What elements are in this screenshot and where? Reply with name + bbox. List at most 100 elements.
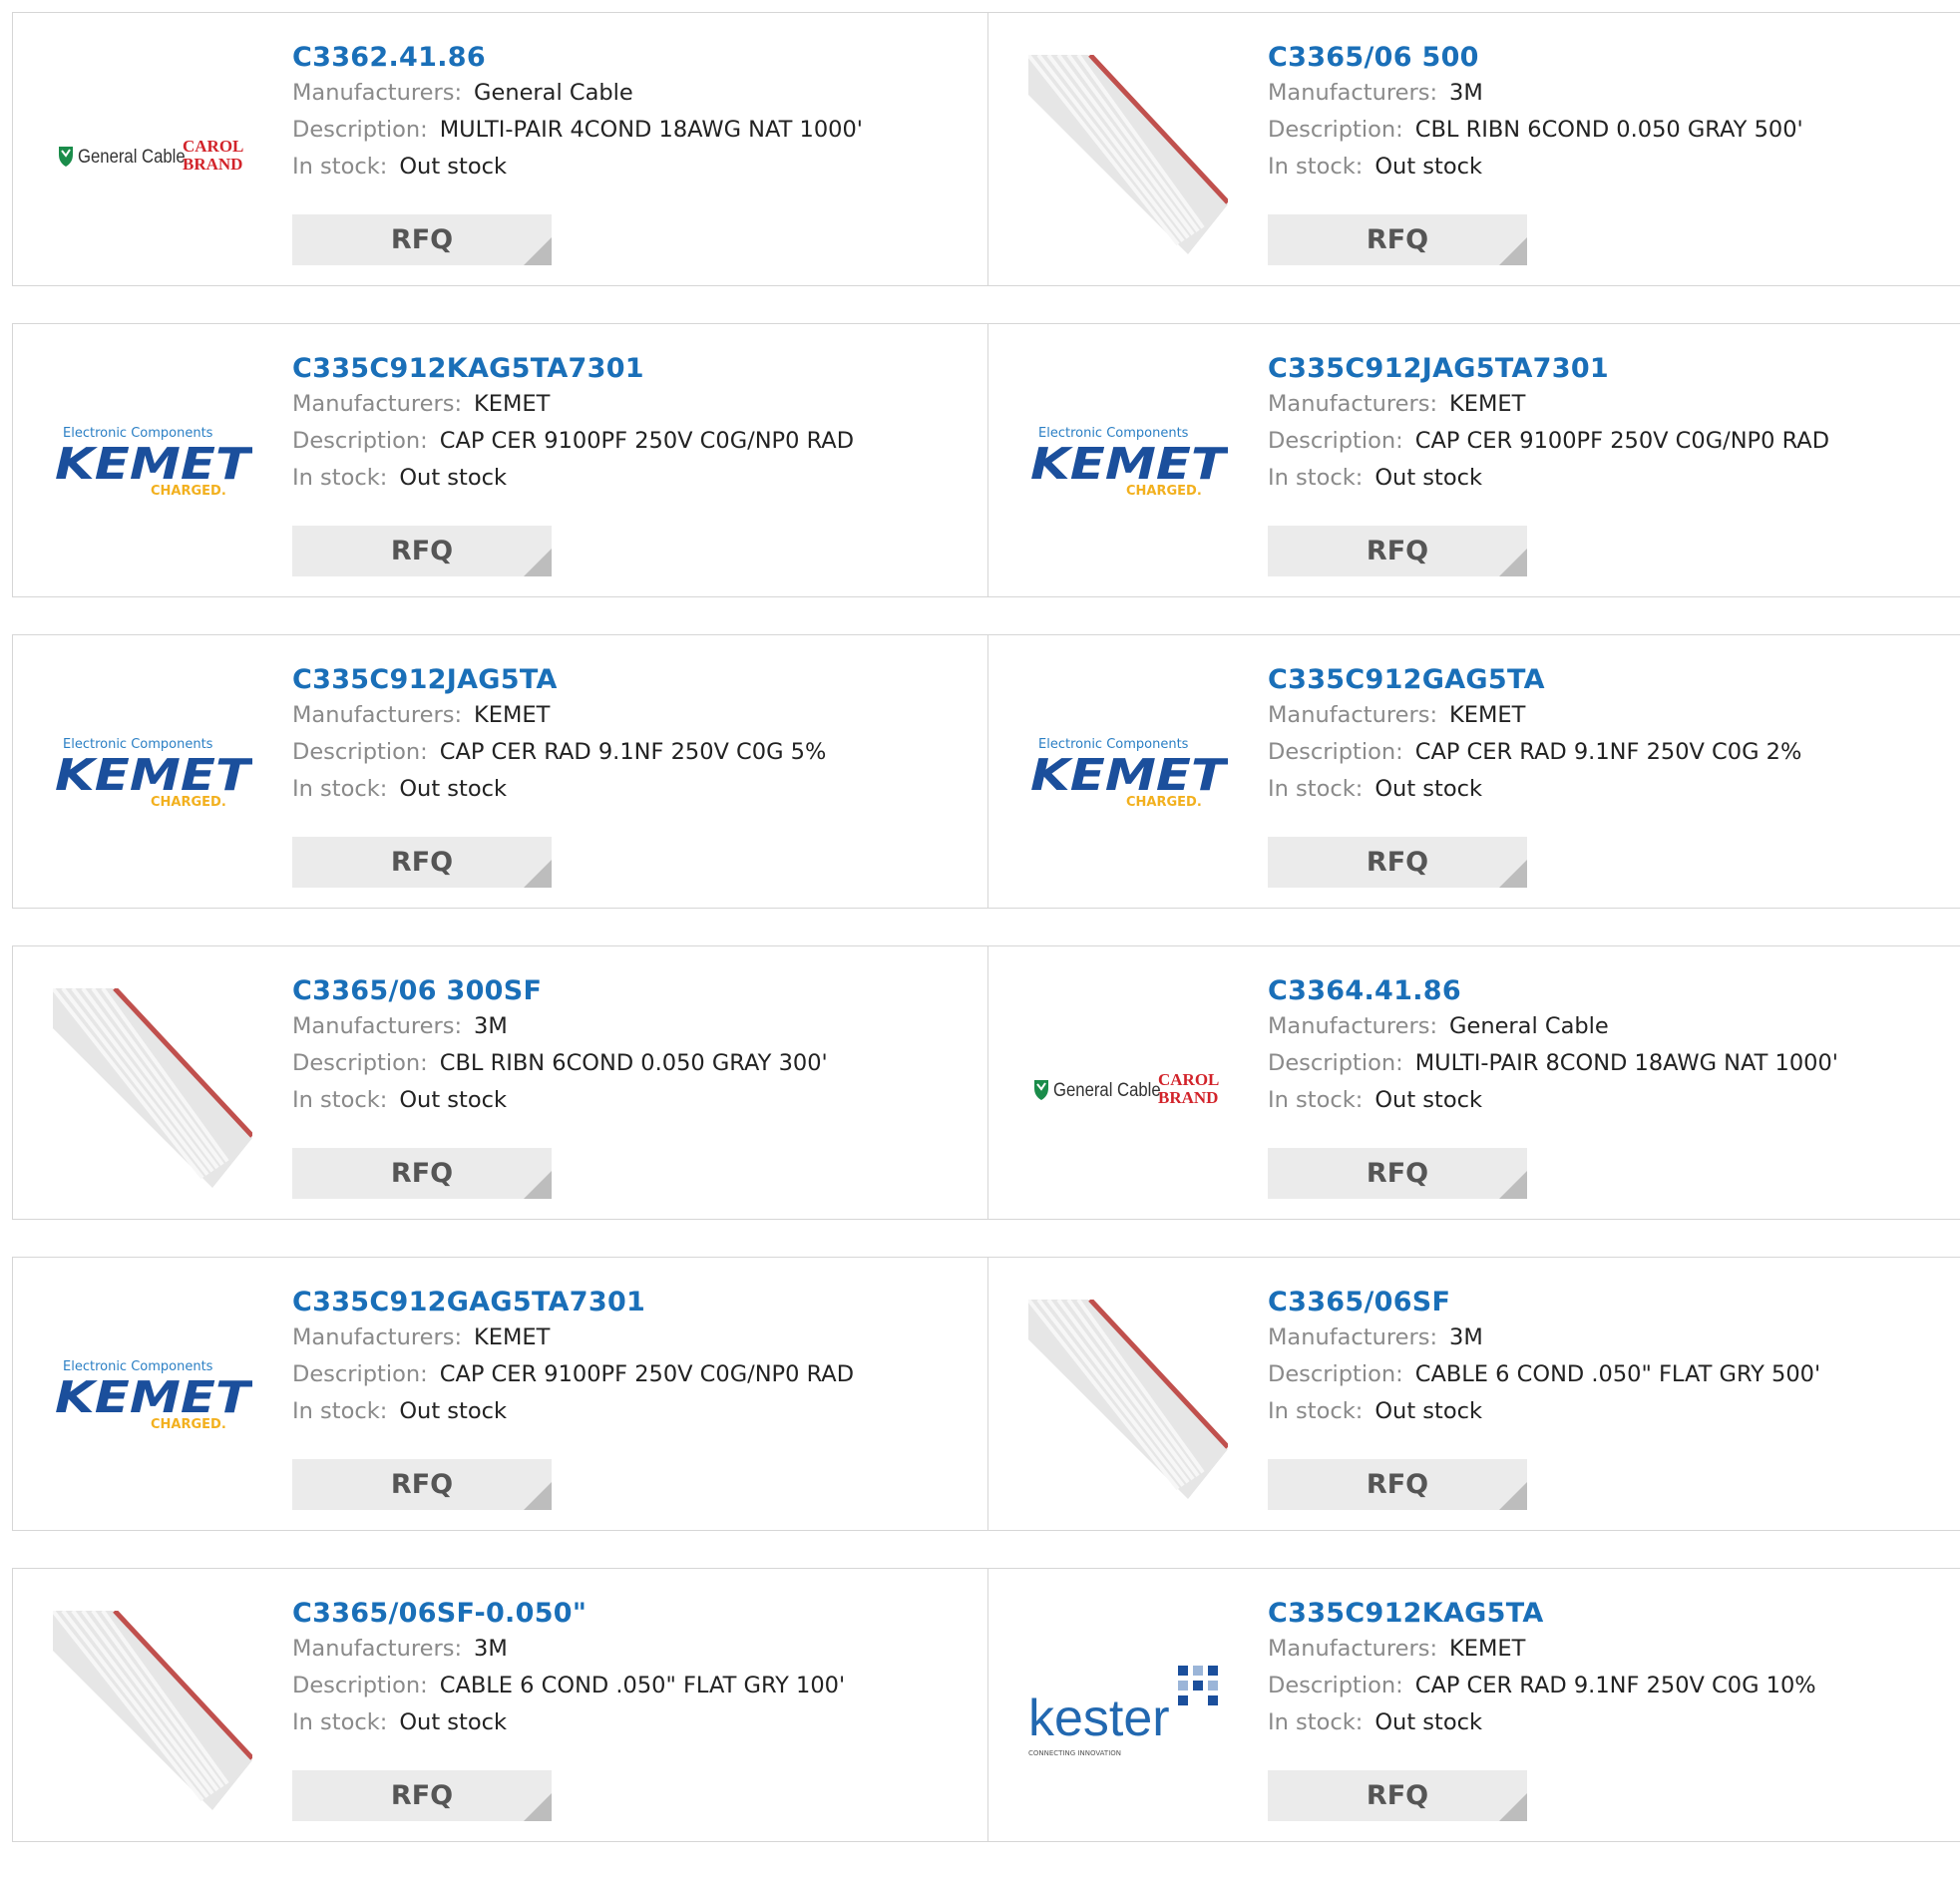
rfq-label: RFQ xyxy=(1366,1780,1429,1811)
ribbon-cable-image[interactable] xyxy=(1028,1300,1228,1499)
manufacturer-label: Manufacturers: xyxy=(292,391,463,417)
stock-value: Out stock xyxy=(1374,154,1482,180)
manufacturer-label: Manufacturers: xyxy=(292,1013,463,1039)
manufacturer-line: Manufacturers: KEMET xyxy=(292,697,968,734)
part-number-link[interactable]: C335C912GAG5TA xyxy=(1268,663,1940,697)
rfq-button[interactable]: RFQ xyxy=(292,1459,552,1510)
product-card: General Cable CAROL BRAND C3364.41.86 Ma… xyxy=(987,946,1960,1219)
manufacturer-line: Manufacturers: 3M xyxy=(292,1008,968,1045)
stock-line: In stock: Out stock xyxy=(292,1393,968,1430)
manufacturer-value: KEMET xyxy=(474,702,551,728)
rfq-label: RFQ xyxy=(1366,1469,1429,1500)
rfq-label: RFQ xyxy=(390,536,454,566)
rfq-button[interactable]: RFQ xyxy=(1268,214,1527,265)
part-number-link[interactable]: C335C912JAG5TA7301 xyxy=(1268,352,1940,386)
product-info: C335C912GAG5TA Manufacturers: KEMET Descr… xyxy=(1268,663,1940,808)
part-number-link[interactable]: C335C912KAG5TA7301 xyxy=(292,352,968,386)
corner-triangle-icon xyxy=(524,1482,552,1510)
manufacturer-line: Manufacturers: General Cable xyxy=(1268,1008,1940,1045)
manufacturer-label: Manufacturers: xyxy=(292,1636,463,1662)
svg-text:General Cable: General Cable xyxy=(1053,1079,1161,1100)
svg-text:General Cable: General Cable xyxy=(78,146,186,167)
rfq-button[interactable]: RFQ xyxy=(292,1770,552,1821)
general-cable-logo-image[interactable]: General Cable CAROL BRAND xyxy=(53,55,252,254)
svg-text:CHARGED.: CHARGED. xyxy=(1126,484,1202,499)
stock-label: In stock: xyxy=(1268,1709,1364,1735)
kemet-logo-image[interactable]: Electronic Components KEMET CHARGED. xyxy=(1028,366,1228,565)
ribbon-cable-image[interactable] xyxy=(53,988,252,1188)
product-card: Electronic Components KEMET CHARGED. C33… xyxy=(987,635,1960,908)
description-label: Description: xyxy=(292,117,428,143)
description-label: Description: xyxy=(292,1050,428,1076)
product-card: Electronic Components KEMET CHARGED. C33… xyxy=(12,324,987,596)
svg-text:CAROL: CAROL xyxy=(1158,1070,1219,1089)
description-line: Description: MULTI-PAIR 4COND 18AWG NAT 1… xyxy=(292,112,968,149)
svg-text:BRAND: BRAND xyxy=(1158,1088,1218,1107)
description-line: Description: CAP CER RAD 9.1NF 250V C0G 2… xyxy=(1268,734,1940,771)
description-label: Description: xyxy=(1268,739,1403,765)
description-value: CABLE 6 COND .050" FLAT GRY 500' xyxy=(1414,1361,1821,1387)
stock-label: In stock: xyxy=(292,1709,388,1735)
kester-logo-image[interactable]: kester CONNECTING INNOVATION xyxy=(1028,1611,1228,1810)
stock-line: In stock: Out stock xyxy=(1268,149,1940,186)
rfq-button[interactable]: RFQ xyxy=(1268,1459,1527,1510)
part-number-link[interactable]: C3365/06 500 xyxy=(1268,41,1940,75)
rfq-button[interactable]: RFQ xyxy=(292,1148,552,1199)
svg-text:CHARGED.: CHARGED. xyxy=(151,795,226,810)
rfq-label: RFQ xyxy=(1366,224,1429,255)
description-label: Description: xyxy=(1268,117,1403,143)
svg-text:CHARGED.: CHARGED. xyxy=(151,484,226,499)
part-number-link[interactable]: C3365/06SF-0.050" xyxy=(292,1597,968,1631)
rfq-label: RFQ xyxy=(390,1158,454,1189)
kemet-logo-image[interactable]: Electronic Components KEMET CHARGED. xyxy=(1028,677,1228,877)
manufacturer-label: Manufacturers: xyxy=(1268,391,1438,417)
rfq-button[interactable]: RFQ xyxy=(1268,1148,1527,1199)
product-card: General Cable CAROL BRAND C3362.41.86 Ma… xyxy=(12,13,987,285)
corner-triangle-icon xyxy=(1499,860,1527,888)
description-value: CBL RIBN 6COND 0.050 GRAY 300' xyxy=(439,1050,828,1076)
description-label: Description: xyxy=(292,1361,428,1387)
manufacturer-value: KEMET xyxy=(474,391,551,417)
part-number-link[interactable]: C3365/06SF xyxy=(1268,1286,1940,1319)
rfq-button[interactable]: RFQ xyxy=(1268,526,1527,576)
rfq-button[interactable]: RFQ xyxy=(292,214,552,265)
general-cable-logo-image[interactable]: General Cable CAROL BRAND xyxy=(1028,988,1228,1188)
stock-line: In stock: Out stock xyxy=(292,771,968,808)
rfq-label: RFQ xyxy=(390,1780,454,1811)
product-info: C335C912KAG5TA Manufacturers: KEMET Descr… xyxy=(1268,1597,1940,1741)
part-number-link[interactable]: C3362.41.86 xyxy=(292,41,968,75)
part-number-link[interactable]: C335C912JAG5TA xyxy=(292,663,968,697)
kemet-logo-image[interactable]: Electronic Components KEMET CHARGED. xyxy=(53,677,252,877)
rfq-label: RFQ xyxy=(1366,847,1429,878)
manufacturer-value: KEMET xyxy=(1449,1636,1526,1662)
svg-text:kester: kester xyxy=(1028,1690,1170,1747)
product-info: C3364.41.86 Manufacturers: General Cable … xyxy=(1268,974,1940,1119)
part-number-link[interactable]: C335C912KAG5TA xyxy=(1268,1597,1940,1631)
stock-value: Out stock xyxy=(399,1398,507,1424)
kemet-logo-image[interactable]: Electronic Components KEMET CHARGED. xyxy=(53,366,252,565)
svg-text:CONNECTING INNOVATION: CONNECTING INNOVATION xyxy=(1028,1749,1121,1757)
svg-text:KEMET: KEMET xyxy=(1030,439,1228,490)
stock-label: In stock: xyxy=(1268,154,1364,180)
manufacturer-value: General Cable xyxy=(1449,1013,1609,1039)
stock-label: In stock: xyxy=(1268,776,1364,802)
description-value: CAP CER 9100PF 250V C0G/NP0 RAD xyxy=(1414,428,1830,454)
rfq-button[interactable]: RFQ xyxy=(1268,837,1527,888)
ribbon-cable-image[interactable] xyxy=(1028,55,1228,254)
ribbon-cable-image[interactable] xyxy=(53,1611,252,1810)
stock-value: Out stock xyxy=(1374,465,1482,491)
kemet-logo-image[interactable]: Electronic Components KEMET CHARGED. xyxy=(53,1300,252,1499)
manufacturer-line: Manufacturers: General Cable xyxy=(292,75,968,112)
manufacturer-value: 3M xyxy=(474,1636,508,1662)
rfq-button[interactable]: RFQ xyxy=(292,526,552,576)
rfq-label: RFQ xyxy=(390,224,454,255)
corner-triangle-icon xyxy=(524,1171,552,1199)
part-number-link[interactable]: C3364.41.86 xyxy=(1268,974,1940,1008)
rfq-button[interactable]: RFQ xyxy=(1268,1770,1527,1821)
stock-line: In stock: Out stock xyxy=(1268,460,1940,497)
part-number-link[interactable]: C3365/06 300SF xyxy=(292,974,968,1008)
description-label: Description: xyxy=(1268,1050,1403,1076)
part-number-link[interactable]: C335C912GAG5TA7301 xyxy=(292,1286,968,1319)
product-info: C3365/06 300SF Manufacturers: 3M Descript… xyxy=(292,974,968,1119)
rfq-button[interactable]: RFQ xyxy=(292,837,552,888)
